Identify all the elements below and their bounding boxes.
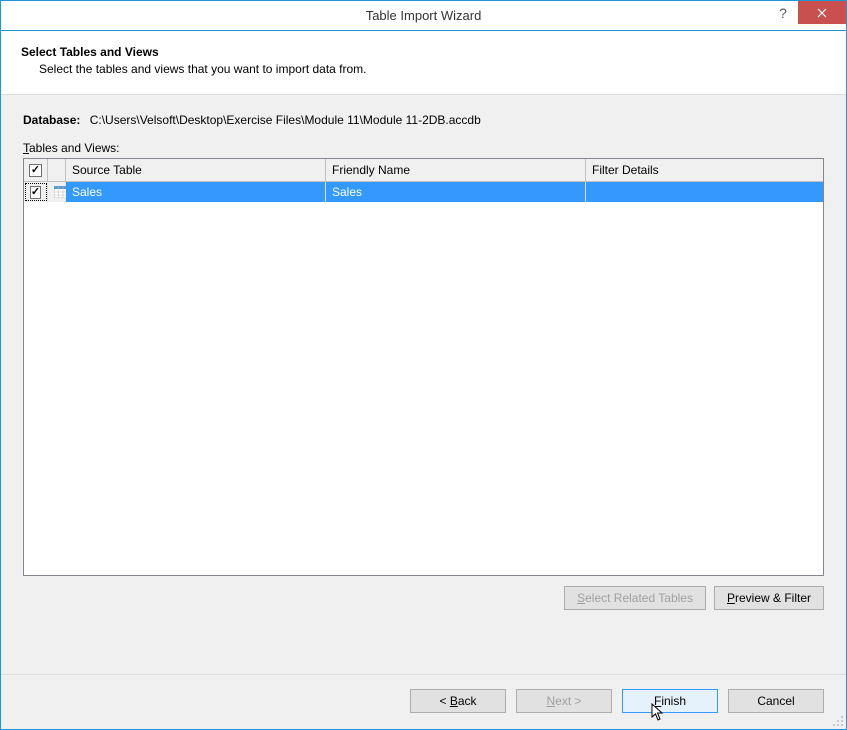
row-source-table[interactable]: Sales [66, 182, 326, 202]
close-button[interactable] [798, 1, 846, 24]
titlebar-controls: ? [768, 1, 846, 30]
header-friendly-name[interactable]: Friendly Name [326, 159, 586, 181]
body-section: Database: C:\Users\Velsoft\Desktop\Exerc… [1, 94, 846, 674]
cancel-button[interactable]: Cancel [728, 689, 824, 713]
grid-header-row: Source Table Friendly Name Filter Detail… [24, 159, 823, 182]
next-button: Next > [516, 689, 612, 713]
close-icon [817, 8, 827, 18]
row-icon-cell [48, 182, 66, 202]
mid-buttons: Select Related Tables Preview & Filter [23, 586, 824, 610]
row-friendly-name[interactable]: Sales [326, 182, 586, 202]
select-all-checkbox[interactable] [29, 164, 42, 177]
database-label: Database: [23, 113, 80, 127]
page-title: Select Tables and Views [21, 45, 826, 59]
database-line: Database: C:\Users\Velsoft\Desktop\Exerc… [23, 113, 824, 127]
header-section: Select Tables and Views Select the table… [1, 31, 846, 94]
page-description: Select the tables and views that you wan… [21, 62, 826, 76]
database-path: C:\Users\Velsoft\Desktop\Exercise Files\… [90, 113, 481, 127]
row-checkbox-cell[interactable] [24, 182, 48, 202]
row-filter-details [586, 182, 823, 202]
header-filter-details[interactable]: Filter Details [586, 159, 823, 181]
header-icon-cell [48, 159, 66, 181]
help-button[interactable]: ? [768, 1, 798, 24]
titlebar: Table Import Wizard ? [1, 1, 846, 31]
window-title: Table Import Wizard [1, 8, 846, 23]
header-source-table[interactable]: Source Table [66, 159, 326, 181]
tables-views-label: Tables and Views: [23, 141, 824, 155]
footer-section: < Back Next > Finish Cancel [1, 674, 846, 729]
tables-grid[interactable]: Source Table Friendly Name Filter Detail… [23, 158, 824, 576]
select-related-tables-button: Select Related Tables [564, 586, 706, 610]
wizard-window: Table Import Wizard ? Select Tables and … [0, 0, 847, 730]
preview-filter-button[interactable]: Preview & Filter [714, 586, 824, 610]
row-checkbox[interactable] [30, 186, 41, 199]
finish-button[interactable]: Finish [622, 689, 718, 713]
header-checkbox-cell[interactable] [24, 159, 48, 181]
table-row[interactable]: Sales Sales [24, 182, 823, 202]
resize-grip[interactable] [832, 715, 844, 727]
back-button[interactable]: < Back [410, 689, 506, 713]
